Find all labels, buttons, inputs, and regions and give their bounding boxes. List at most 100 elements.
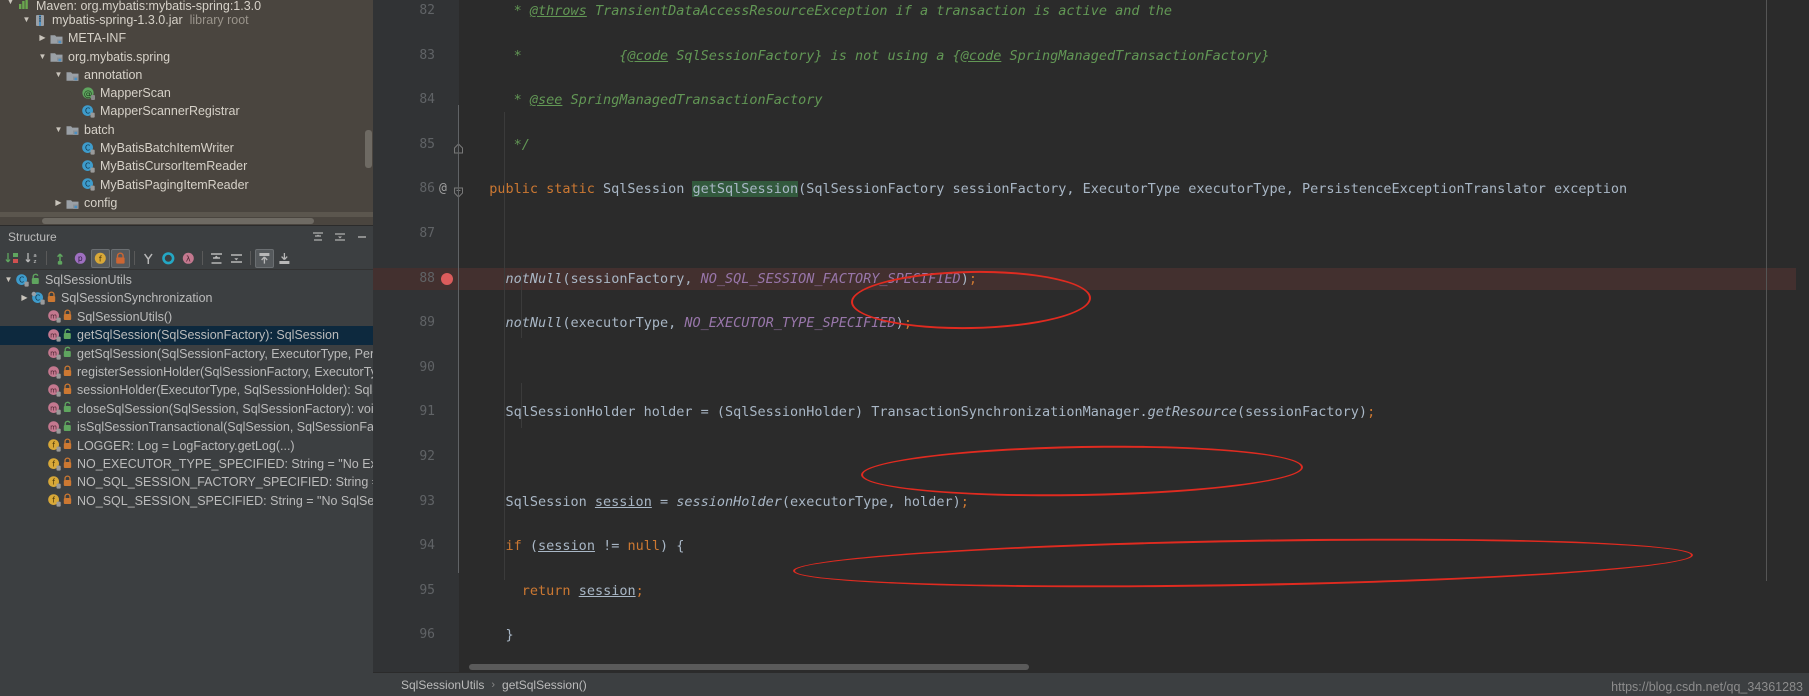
code-text[interactable]: public static SqlSession getSqlSession(S… [473, 178, 1627, 200]
code-line[interactable]: 96 } [373, 624, 1809, 646]
code-line[interactable]: 84 * @see SpringManagedTransactionFactor… [373, 89, 1809, 111]
collapse-all-icon[interactable] [329, 228, 351, 246]
code-line[interactable]: 95 return session; [373, 580, 1809, 602]
chevron-right-icon[interactable]: ▶ [18, 289, 31, 307]
project-tree-horizontal-scrollbar-thumb[interactable] [42, 218, 314, 224]
show-fields-icon[interactable]: f [91, 248, 110, 268]
code-line[interactable]: 92 [373, 446, 1809, 468]
structure-item[interactable]: m isSqlSessionTransactional(SqlSession, S… [0, 418, 373, 436]
code-line[interactable]: 94 if (session != null) { [373, 535, 1809, 557]
chevron-down-icon[interactable]: ▼ [2, 271, 15, 289]
breakpoint-icon[interactable] [441, 272, 453, 285]
show-anonymous-classes-icon[interactable] [139, 249, 158, 268]
code-text[interactable]: * {@code SqlSessionFactory} is not using… [473, 45, 1270, 67]
show-interfaces-icon[interactable] [159, 249, 178, 268]
code-text[interactable]: * @see SpringManagedTransactionFactory [473, 89, 823, 111]
chevron-right-icon[interactable]: ▶ [52, 194, 65, 212]
structure-item[interactable]: m sessionHolder(ExecutorType, SqlSessionH… [0, 381, 373, 399]
code-line[interactable]: 86 @ public static SqlSession getSqlSessi… [373, 178, 1809, 200]
project-tree-row[interactable]: ▼ batch [0, 121, 373, 139]
project-tree-row[interactable]: C MyBatisCursorItemReader [0, 157, 373, 175]
code-text[interactable] [473, 223, 481, 245]
project-tree-row[interactable]: ▶ META-INF [0, 29, 373, 47]
chevron-down-icon[interactable]: ▼ [4, 0, 17, 11]
code-text[interactable]: return session; [473, 580, 644, 602]
structure-item[interactable]: f LOGGER: Log = LogFactory.getLog(...) [0, 437, 373, 455]
project-tree-row[interactable]: C MyBatisPagingItemReader [0, 176, 373, 194]
project-tree-row[interactable]: ▼ Maven: org.mybatis:mybatis-spring:1.3.0 [0, 0, 373, 12]
code-text[interactable]: SqlSession session = sessionHolder(execu… [473, 491, 969, 513]
project-tree-panel[interactable]: ▼ Maven: org.mybatis:mybatis-spring:1.3.0… [0, 0, 373, 225]
line-number: 91 [419, 404, 435, 420]
code-text[interactable]: SqlSessionHolder holder = (SqlSessionHol… [473, 401, 1376, 423]
chevron-down-icon[interactable]: ▼ [52, 121, 65, 139]
structure-item[interactable]: m getSqlSession(SqlSessionFactory): SqlSe… [0, 326, 373, 345]
code-line[interactable]: 87 [373, 223, 1809, 245]
override-marker-icon[interactable]: @ [439, 178, 447, 200]
code-line[interactable]: 85 */ [373, 134, 1809, 156]
structure-tree[interactable]: ▼ C SqlSessionUtils ▶ C SqlSessionSynchroniza… [0, 270, 373, 696]
structure-item[interactable]: m getSqlSession(SqlSessionFactory, Execut… [0, 345, 373, 363]
watermark-url: https://blog.csdn.net/qq_34361283 [1611, 680, 1803, 694]
project-tree-row[interactable]: ▼ annotation [0, 66, 373, 84]
breadcrumb-item-class[interactable]: SqlSessionUtils [401, 678, 484, 692]
structure-item[interactable]: ▼ C SqlSessionUtils [0, 271, 373, 289]
project-tree-horizontal-scrollbar-track[interactable] [0, 217, 373, 225]
show-non-public-icon[interactable] [111, 248, 130, 268]
project-tree-row[interactable]: C MapperScannerRegistrar [0, 102, 373, 120]
code-line[interactable]: 83 * {@code SqlSessionFactory} is not us… [373, 45, 1809, 67]
structure-item[interactable]: ▶ C SqlSessionSynchronization [0, 289, 373, 307]
project-tree-row[interactable]: ▶ config [0, 194, 373, 212]
sort-by-visibility-icon[interactable] [3, 249, 22, 268]
code-line[interactable]: 89 notNull(executorType, NO_EXECUTOR_TYP… [373, 312, 1809, 334]
class-icon: C [81, 104, 96, 119]
chevron-down-icon[interactable]: ▼ [20, 11, 33, 29]
code-editor[interactable]: 82 * @throws TransientDataAccessResource… [373, 0, 1809, 696]
editor-code-area[interactable]: 82 * @throws TransientDataAccessResource… [373, 0, 1809, 696]
svg-text:f: f [52, 459, 55, 468]
project-tree-row[interactable]: ▼ mybatis-spring-1.3.0.jar library root [0, 11, 373, 29]
structure-item[interactable]: m SqlSessionUtils() [0, 308, 373, 326]
code-text[interactable]: * @throws TransientDataAccessResourceExc… [473, 0, 1172, 22]
editor-vertical-scrollbar[interactable] [1796, 0, 1809, 581]
svg-text:m: m [50, 313, 57, 321]
structure-item[interactable]: m closeSqlSession(SqlSession, SqlSessionF… [0, 400, 373, 418]
chevron-right-icon[interactable]: ▶ [36, 29, 49, 47]
sort-alphabetically-icon[interactable]: az [23, 249, 42, 268]
code-text[interactable]: } [473, 624, 514, 646]
structure-item[interactable]: m registerSessionHolder(SqlSessionFactory… [0, 363, 373, 381]
show-lambdas-icon[interactable]: λ [179, 249, 198, 268]
structure-item[interactable]: f NO_SQL_SESSION_FACTORY_SPECIFIED: Strin… [0, 473, 373, 491]
autoscroll-to-source-icon[interactable] [255, 248, 274, 268]
chevron-down-icon[interactable]: ▼ [36, 48, 49, 66]
editor-horizontal-scrollbar-thumb[interactable] [469, 664, 1029, 670]
hide-panel-icon[interactable] [351, 228, 373, 246]
editor-horizontal-scrollbar-track[interactable] [469, 663, 1766, 671]
code-line[interactable]: 93 SqlSession session = sessionHolder(ex… [373, 491, 1809, 513]
code-line[interactable]: 91 SqlSessionHolder holder = (SqlSession… [373, 401, 1809, 423]
code-text[interactable] [473, 357, 481, 379]
project-tree-row[interactable]: C MyBatisBatchItemWriter [0, 139, 373, 157]
code-text[interactable] [473, 446, 481, 468]
code-line[interactable]: 82 * @throws TransientDataAccessResource… [373, 0, 1809, 22]
project-tree-row[interactable]: @ MapperScan [0, 84, 373, 102]
code-line[interactable]: 88 notNull(sessionFactory, NO_SQL_SESSIO… [373, 267, 1809, 290]
structure-item[interactable]: f NO_EXECUTOR_TYPE_SPECIFIED: String = "N… [0, 455, 373, 473]
chevron-down-icon[interactable]: ▼ [52, 66, 65, 84]
expand-all-icon[interactable] [207, 249, 226, 268]
code-text[interactable]: */ [473, 134, 530, 156]
project-tree-row[interactable]: ▼ org.mybatis.spring [0, 48, 373, 66]
code-line[interactable]: 90 [373, 357, 1809, 379]
code-text[interactable]: notNull(sessionFactory, NO_SQL_SESSION_F… [473, 268, 977, 290]
project-tree-vertical-scrollbar[interactable] [365, 130, 372, 168]
expand-all-icon[interactable] [307, 228, 329, 246]
breadcrumb-item-method[interactable]: getSqlSession() [502, 678, 587, 692]
show-inherited-icon[interactable] [51, 249, 70, 268]
code-text[interactable]: if (session != null) { [473, 535, 685, 557]
collapse-all-icon[interactable] [227, 249, 246, 268]
code-text[interactable]: notNull(executorType, NO_EXECUTOR_TYPE_S… [473, 312, 912, 334]
autoscroll-from-source-icon[interactable] [275, 249, 294, 268]
structure-item[interactable]: f NO_SQL_SESSION_SPECIFIED: String = "No … [0, 492, 373, 510]
show-properties-icon[interactable]: p [71, 249, 90, 268]
